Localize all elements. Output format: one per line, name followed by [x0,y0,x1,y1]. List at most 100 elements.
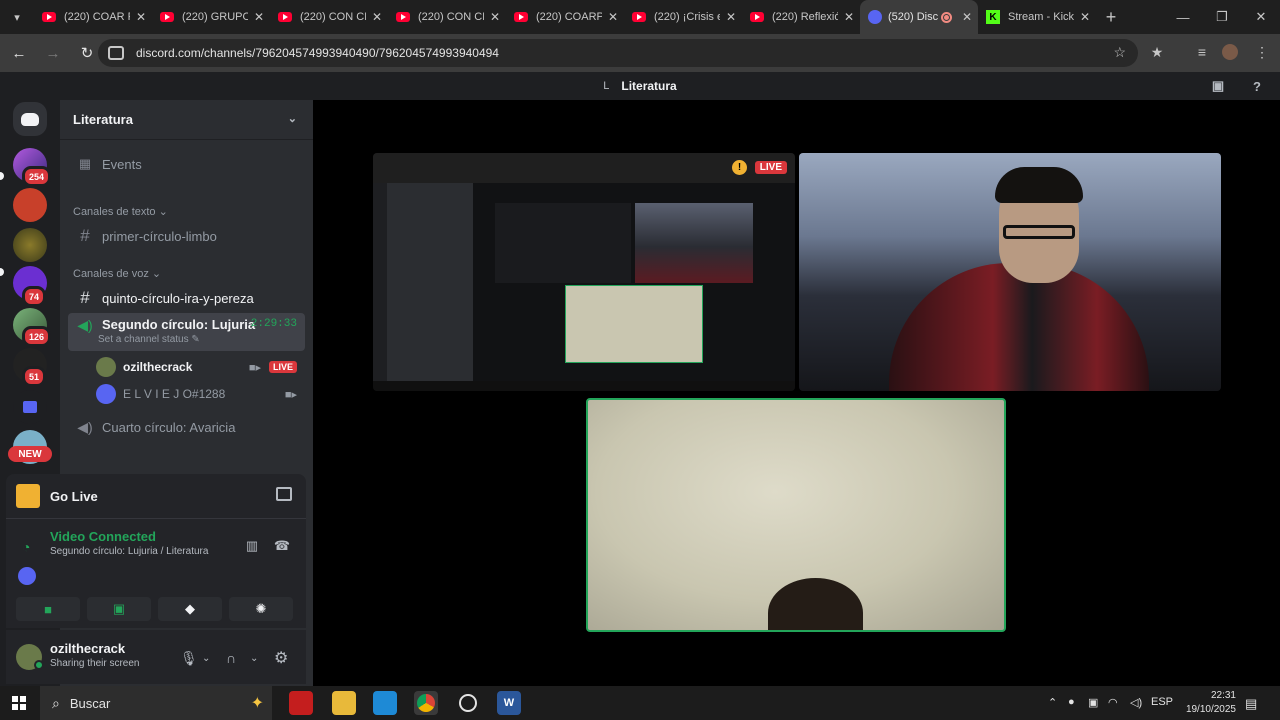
screen-share-tile[interactable]: ! LIVE [373,153,795,391]
channel-status-link[interactable]: Set a channel status ✎ [98,334,200,345]
browser-tab[interactable]: (520) Disc ✕ [860,0,978,34]
minimize-icon[interactable]: — [1164,0,1202,34]
system-clock[interactable]: 22:31 19/10/2025 [1186,689,1236,717]
discord-logo-icon [18,567,36,585]
chrome-icon[interactable] [414,691,438,715]
youtube-icon [160,12,174,22]
notifications-icon[interactable]: ▤ [1245,696,1257,712]
edge-icon[interactable] [373,691,397,715]
display-icon[interactable]: ▣ [1088,696,1098,709]
server-icon[interactable] [13,228,47,262]
voice-category[interactable]: Canales de voz ⌄ [73,267,161,280]
screen-share-button[interactable]: ▣ [87,597,151,621]
volume-icon[interactable]: ◁) [1130,696,1142,709]
webcam-tile[interactable] [799,153,1221,391]
forward-button[interactable]: → [38,38,68,68]
browser-tab[interactable]: (220) ¡Crisis e ✕ [624,0,742,34]
connection-status[interactable]: Video Connected [50,529,156,544]
voice-text-channel-item[interactable]: # quinto-círculo-ira-y-pereza [68,285,305,311]
connection-channel[interactable]: Segundo círculo: Lujuria / Literatura [50,546,208,557]
word-icon[interactable]: W [497,691,521,715]
browser-tab[interactable]: (220) CON CI ✕ [270,0,388,34]
voice-user-name: ozilthecrack [123,360,193,374]
activity-button[interactable]: ◆ [158,597,222,621]
gear-icon[interactable]: ⚙ [274,648,288,668]
stream-webcam-2 [565,285,703,363]
browser-tab[interactable]: K Stream - Kick ✕ [978,0,1096,34]
chevron-down-icon[interactable]: ⌄ [250,648,258,668]
bookmarks-icon[interactable]: ★ [1143,38,1171,66]
calendar-icon: ▦ [78,156,92,171]
profile-avatar[interactable] [1216,38,1244,66]
file-explorer-icon[interactable] [332,691,356,715]
app-icon[interactable] [289,691,313,715]
clock-time: 22:31 [1210,690,1236,701]
browser-tab[interactable]: (220) CON CI ✕ [388,0,506,34]
browser-tab[interactable]: (220) Reflexió ✕ [742,0,860,34]
language-indicator[interactable]: ESP [1151,696,1173,708]
camera-button[interactable]: ■ [16,597,80,621]
folder-icon[interactable] [13,390,47,424]
signal-icon[interactable]: ◔ [22,539,30,555]
taskbar-search[interactable]: ⌕ Buscar ✦ [40,686,272,720]
discord-title-bar: L Literatura ▣ ? [0,72,1280,100]
speaker-icon: ◀) [77,317,93,333]
close-tab-icon[interactable]: ✕ [130,10,152,24]
tab-search-icon[interactable]: ▾ [0,0,34,34]
browser-tab[interactable]: (220) COARP ✕ [506,0,624,34]
close-tab-icon[interactable]: ✕ [366,10,388,24]
chevron-up-icon[interactable]: ⌃ [1048,696,1057,709]
close-tab-icon[interactable]: ✕ [1074,10,1096,24]
restore-icon[interactable]: ❐ [1203,0,1241,34]
bookmark-star-icon[interactable]: ☆ [1113,44,1126,61]
site-info-icon[interactable] [108,46,124,60]
menu-kebab-icon[interactable]: ⋮ [1248,38,1276,66]
mention-badge: 254 [22,166,52,187]
windows-taskbar: ⌕ Buscar ✦ W ⌃ ● ▣ ◠ ◁) ESP 22:31 19/10/… [0,686,1280,720]
windows-start-icon[interactable] [12,696,26,710]
chevron-down-icon[interactable]: ⌄ [202,648,210,668]
help-icon[interactable]: ? [1247,76,1267,96]
warning-icon[interactable]: ! [732,160,747,175]
text-channel-item[interactable]: # primer-círculo-limbo [68,223,305,249]
close-tab-icon[interactable]: ✕ [484,10,506,24]
headphones-icon[interactable]: ∩ [226,648,236,668]
voice-channel-item[interactable]: ◀) Cuarto círculo: Avaricia [68,414,305,440]
guild-header[interactable]: Literatura ⌄ [60,100,313,140]
microphone-icon[interactable]: ● [1068,696,1075,708]
close-window-icon[interactable]: ✕ [1242,0,1280,34]
events-item[interactable]: ▦ Events [68,151,305,177]
text-category[interactable]: Canales de texto ⌄ [73,205,168,218]
webcam-tile-speaking[interactable] [586,398,1006,632]
microphone-icon[interactable]: 🎙 [180,648,198,668]
close-tab-icon[interactable]: ✕ [248,10,270,24]
discord-home-icon[interactable] [13,102,47,136]
close-tab-icon[interactable]: ✕ [838,10,860,24]
soundboard-button[interactable]: ✺ [229,597,293,621]
avatar [96,384,116,404]
obs-icon[interactable] [456,691,480,715]
inbox-icon[interactable]: ▣ [1208,76,1228,96]
wifi-icon[interactable]: ◠ [1108,696,1118,709]
hash-icon: # [80,288,90,307]
discord-window-title: Literatura [621,79,677,93]
new-tab-button[interactable]: + [1096,7,1126,28]
address-bar[interactable]: discord.com/channels/796204574993940490/… [98,39,1138,67]
noise-suppression-icon[interactable]: ▥ [242,537,262,555]
media-control-icon[interactable]: ≡ [1188,38,1216,66]
disconnect-icon[interactable]: ☎ [272,537,292,555]
close-tab-icon[interactable]: ✕ [720,10,742,24]
close-tab-icon[interactable]: ✕ [956,10,978,24]
close-tab-icon[interactable]: ✕ [602,10,624,24]
browser-tab[interactable]: (220) COAR P ✕ [34,0,152,34]
active-voice-channel[interactable]: ◀) Segundo círculo: Lujuria 2:29:33 Set … [68,313,305,351]
username[interactable]: ozilthecrack [50,641,125,656]
stream-webcam [635,203,753,283]
back-button[interactable]: ← [4,38,34,68]
voice-user[interactable]: ozilthecrack ■▸ LIVE [96,355,301,379]
voice-user[interactable]: E L V I E J O#1288 ■▸ [96,382,301,406]
browser-tab[interactable]: (220) GRUPO ✕ [152,0,270,34]
go-live-panel[interactable]: Go Live [6,474,306,518]
stop-stream-icon[interactable] [276,487,292,501]
server-icon[interactable] [13,188,47,222]
